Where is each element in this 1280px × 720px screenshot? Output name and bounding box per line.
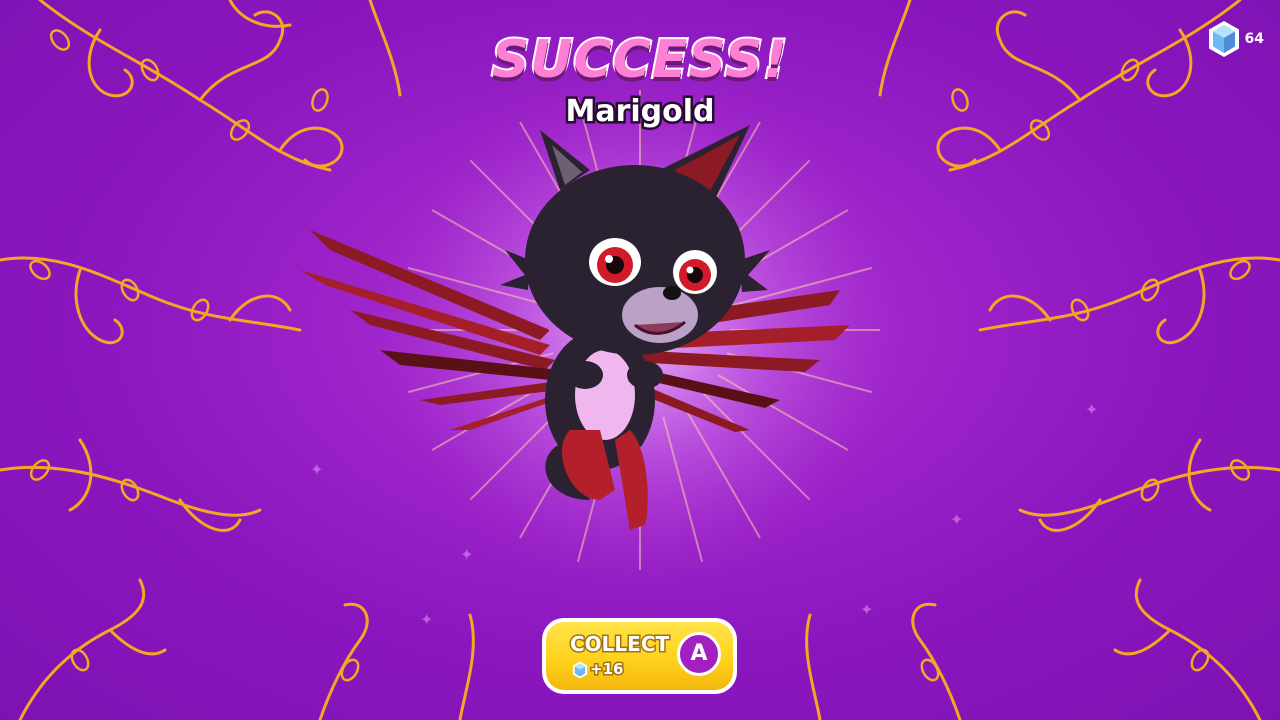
gem-amount: 64 bbox=[1244, 31, 1264, 47]
gem-icon bbox=[1208, 21, 1239, 57]
sparkle-icon: ✦ bbox=[420, 610, 434, 629]
collect-reward-amount: +16 bbox=[588, 659, 624, 680]
gem-icon bbox=[572, 661, 588, 679]
sparkle-icon: ✦ bbox=[1085, 400, 1099, 419]
a-button-hint-icon: A bbox=[677, 632, 721, 676]
success-title: SUCCESS! bbox=[490, 28, 789, 92]
pet-character bbox=[300, 125, 850, 530]
collect-button[interactable]: COLLECT +16 A bbox=[542, 618, 737, 694]
gem-currency-counter: 64 bbox=[1207, 20, 1264, 58]
sparkle-icon: ✦ bbox=[950, 510, 964, 529]
collect-label: COLLECT bbox=[568, 631, 670, 658]
sparkle-icon: ✦ bbox=[860, 600, 874, 619]
